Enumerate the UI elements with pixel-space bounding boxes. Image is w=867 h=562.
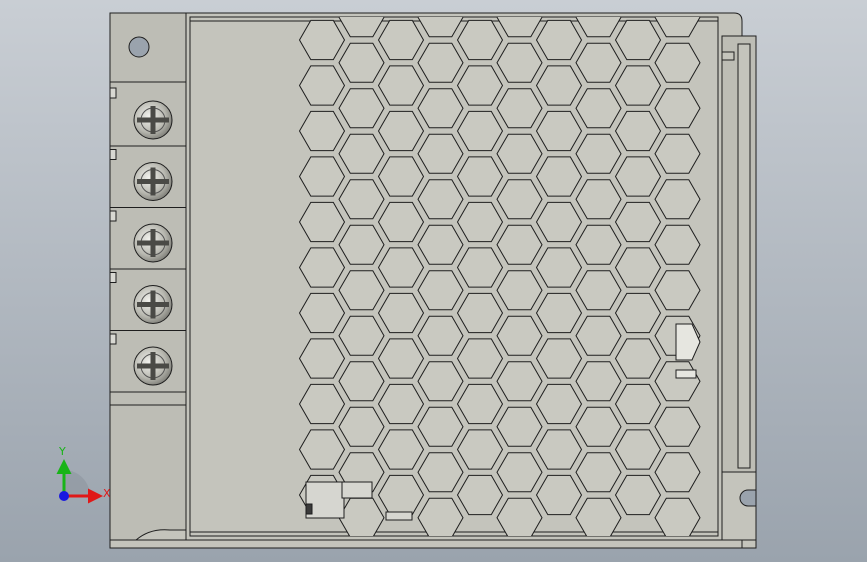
- side-rail-inner: [737, 43, 751, 469]
- foot-tab: [741, 539, 757, 549]
- power-supply-model[interactable]: [109, 0, 757, 549]
- internal-tab: [341, 481, 373, 499]
- internal-connector-pin: [305, 503, 313, 515]
- cad-viewport[interactable]: X Y: [0, 0, 867, 562]
- model-canvas[interactable]: X Y: [0, 0, 867, 562]
- side-rail-notch: [721, 51, 735, 61]
- mounting-hole: [128, 36, 150, 58]
- mounting-slot: [739, 489, 757, 507]
- x-axis-label: X: [103, 487, 111, 500]
- internal-clip-base: [675, 369, 697, 379]
- terminal-block: [109, 12, 187, 541]
- y-axis-label: Y: [58, 445, 66, 458]
- chassis-bottom-lip: [109, 539, 757, 549]
- z-axis-dot: [59, 491, 69, 501]
- internal-tab-lower: [385, 511, 413, 521]
